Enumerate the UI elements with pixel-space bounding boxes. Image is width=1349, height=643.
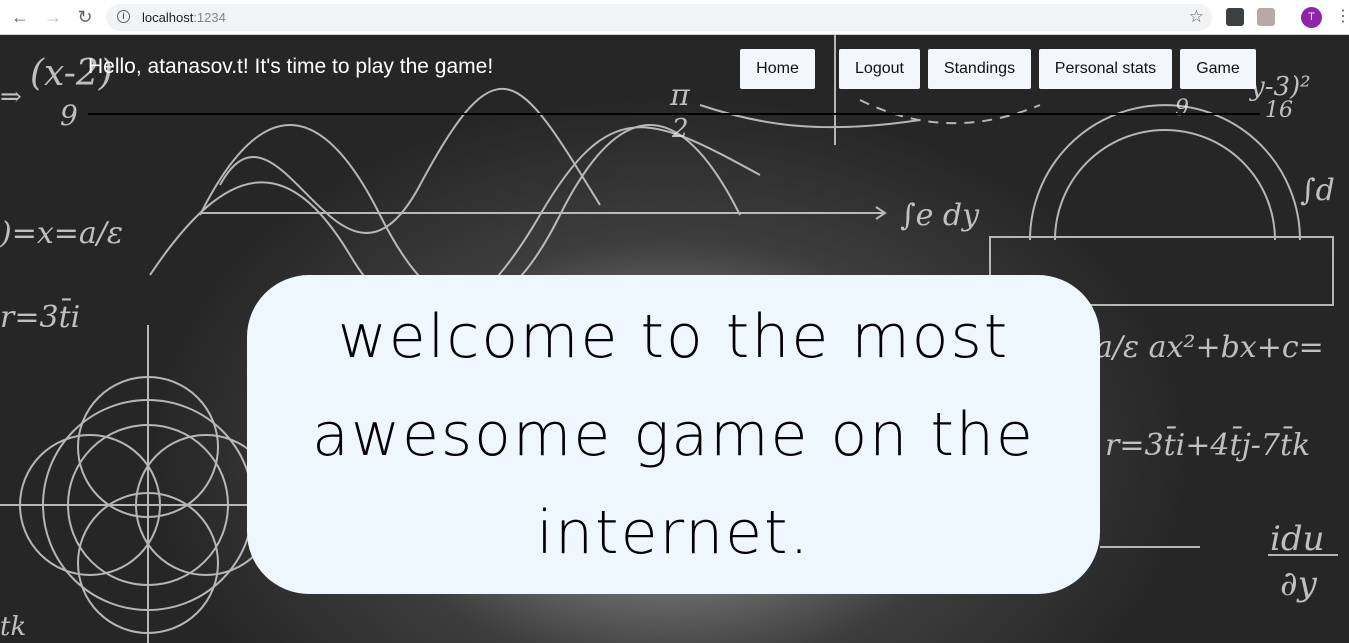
pdf-extension-icon[interactable] [1257, 8, 1275, 26]
more-menu-icon[interactable]: ⋮ [1335, 6, 1349, 28]
info-icon[interactable]: i [117, 10, 130, 23]
bookmark-star-icon[interactable]: ☆ [1189, 7, 1204, 27]
game-button[interactable]: Game [1180, 49, 1256, 89]
welcome-message: welcome to the most awesome game on the … [312, 301, 1035, 568]
welcome-panel: welcome to the most awesome game on the … [247, 275, 1100, 594]
page-viewport: (x-2) 9 ⇒ )=x=a/ε r=3t̄i π 2 ∫e dy y-3)²… [0, 35, 1349, 643]
standings-button[interactable]: Standings [928, 49, 1031, 89]
svg-text:∂y: ∂y [1280, 564, 1318, 604]
profile-avatar[interactable]: T [1301, 7, 1322, 28]
address-bar[interactable]: i localhost:1234 ☆ [106, 4, 1212, 31]
svg-text:r=3t̄i: r=3t̄i [0, 297, 80, 335]
svg-text:∫e dy: ∫e dy [900, 198, 980, 233]
personal-stats-button[interactable]: Personal stats [1039, 49, 1172, 89]
home-button[interactable]: Home [740, 49, 815, 89]
address-url[interactable]: localhost:1234 [142, 10, 226, 25]
svg-text:tk: tk [0, 612, 26, 642]
svg-text:r=3t̄i+4t̄j-7t̄k: r=3t̄i+4t̄j-7t̄k [1105, 425, 1310, 463]
reload-icon[interactable]: ↻ [75, 7, 95, 27]
svg-text:⇒: ⇒ [0, 82, 22, 112]
greeting-text: Hello, atanasov.t! It's time to play the… [88, 55, 494, 78]
svg-text:a/ε ax²+bx+c=: a/ε ax²+bx+c= [1095, 330, 1324, 365]
svg-text:2: 2 [671, 114, 689, 144]
svg-text:)=x=a/ε: )=x=a/ε [0, 216, 123, 251]
header-divider [88, 113, 1260, 115]
svg-text:π: π [669, 78, 691, 113]
svg-text:9: 9 [60, 99, 78, 132]
svg-text:16: 16 [1265, 98, 1293, 123]
svg-text:idu: idu [1270, 519, 1325, 559]
browser-toolbar: ← → ↻ i localhost:1234 ☆ T ⋮ [0, 0, 1349, 35]
back-arrow-icon[interactable]: ← [10, 7, 30, 27]
logout-button[interactable]: Logout [839, 49, 920, 89]
svg-text:9: 9 [1175, 96, 1189, 121]
svg-text:∫d: ∫d [1300, 173, 1335, 208]
extension-icon[interactable] [1226, 8, 1244, 26]
forward-arrow-icon[interactable]: → [43, 7, 63, 27]
